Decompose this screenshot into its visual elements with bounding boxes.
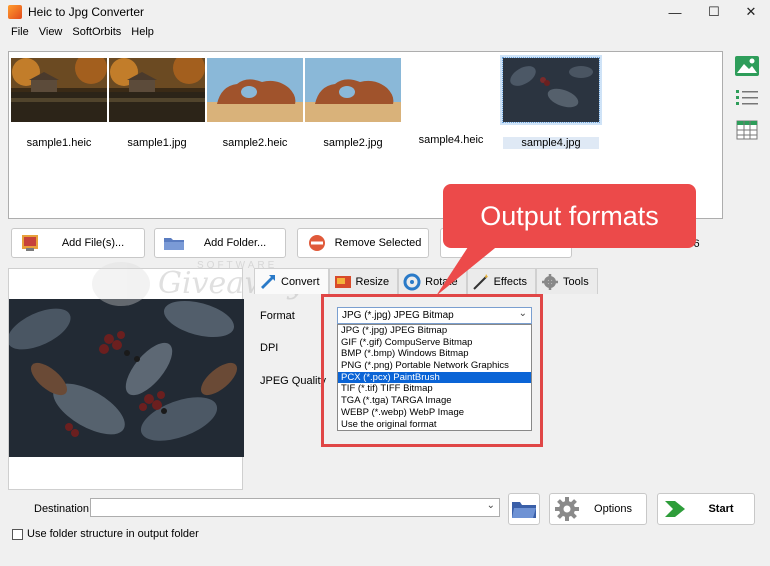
thumbnail-image (305, 58, 401, 122)
maximize-button[interactable]: ☐ (695, 0, 733, 24)
title-bar: Heic to Jpg Converter — ☐ ✕ (0, 0, 770, 24)
tools-icon (542, 273, 559, 290)
thumbnail-item[interactable]: sample2.heic (207, 58, 303, 149)
thumbnail-caption: sample2.heic (222, 137, 288, 149)
jpeg-quality-label: JPEG Quality (260, 375, 327, 387)
thumbnail-image (502, 57, 600, 123)
thumbnail-item[interactable]: sample1.heic (11, 52, 107, 149)
resize-icon (334, 275, 351, 288)
window-title: Heic to Jpg Converter (28, 5, 145, 19)
tab-tools[interactable]: Tools (536, 268, 598, 294)
folder-icon (512, 502, 536, 518)
destination-input[interactable]: ⌄ (90, 498, 500, 517)
view-mode-bar (733, 53, 761, 149)
start-arrow-icon (665, 501, 685, 517)
thumbnail-image (109, 52, 205, 122)
rotate-icon (403, 273, 421, 290)
tab-label: Convert (281, 275, 320, 288)
remove-selected-label: Remove Selected (334, 237, 422, 249)
tab-label: Effects (493, 275, 528, 288)
settings-tabs: Convert Resize Rotate Effects Tools (254, 268, 598, 294)
folder-structure-option[interactable]: Use folder structure in output folder (12, 528, 199, 540)
format-label: Format (260, 310, 295, 322)
add-folder-button[interactable]: Add Folder... (154, 228, 286, 258)
thumbnail-image (207, 58, 303, 122)
thumbnail-item[interactable]: sample2.jpg (305, 58, 401, 149)
folder-structure-label: Use folder structure in output folder (27, 528, 199, 540)
folder-icon (164, 238, 184, 250)
add-file-icon (22, 235, 38, 251)
thumbnail-caption: sample1.jpg (127, 137, 187, 149)
tab-resize[interactable]: Resize (328, 268, 399, 294)
preview-image (9, 299, 244, 457)
thumbnail-caption: sample4.heic (418, 134, 484, 146)
gear-icon (555, 497, 579, 521)
options-button[interactable]: Options (549, 493, 647, 525)
add-folder-label: Add Folder... (203, 237, 267, 249)
menu-file[interactable]: File (6, 24, 34, 42)
thumbnail-caption: sample1.heic (26, 137, 92, 149)
table-view-icon[interactable] (733, 117, 761, 143)
annotation-highlight-frame (321, 294, 543, 447)
folder-structure-checkbox[interactable] (12, 528, 23, 540)
thumbnail-image (403, 58, 499, 122)
output-formats-callout: Output formats (443, 184, 696, 248)
dpi-label: DPI (260, 342, 279, 354)
close-button[interactable]: ✕ (732, 0, 770, 24)
tab-rotate[interactable]: Rotate (398, 268, 467, 294)
menu-softorbits[interactable]: SoftOrbits (67, 24, 126, 42)
tab-label: Tools (563, 275, 589, 288)
list-view-icon[interactable] (733, 85, 761, 111)
chevron-down-icon: ⌄ (486, 500, 495, 511)
tab-effects[interactable]: Effects (466, 268, 537, 294)
remove-icon (309, 235, 325, 251)
thumbnail-item-selected[interactable]: sample4.jpg (502, 57, 600, 149)
watermark-logo (92, 262, 150, 306)
add-files-label: Add File(s)... (61, 237, 125, 249)
browse-folder-button[interactable] (508, 493, 540, 525)
remove-selected-button[interactable]: Remove Selected (297, 228, 429, 258)
image-view-icon[interactable] (733, 53, 761, 79)
start-label: Start (708, 503, 734, 515)
convert-icon (261, 274, 275, 289)
thumbnail-image (11, 52, 107, 122)
thumbnail-caption: sample4.jpg (503, 137, 599, 149)
thumbnail-item[interactable]: sample1.jpg (109, 52, 205, 149)
menu-help[interactable]: Help (126, 24, 159, 42)
effects-icon (472, 273, 488, 290)
add-files-button[interactable]: Add File(s)... (11, 228, 145, 258)
options-label: Options (594, 503, 632, 515)
thumbnail-item[interactable]: sample4.heic (403, 58, 499, 146)
tab-label: Resize (355, 275, 390, 288)
tab-convert[interactable]: Convert (254, 268, 329, 294)
menu-view[interactable]: View (34, 24, 68, 42)
minimize-button[interactable]: — (656, 0, 694, 24)
destination-label: Destination (34, 503, 90, 515)
thumbnail-caption: sample2.jpg (323, 137, 383, 149)
app-icon (8, 5, 22, 19)
menu-bar: File View SoftOrbits Help (0, 24, 770, 42)
start-button[interactable]: Start (657, 493, 755, 525)
tab-label: Rotate (425, 275, 458, 288)
